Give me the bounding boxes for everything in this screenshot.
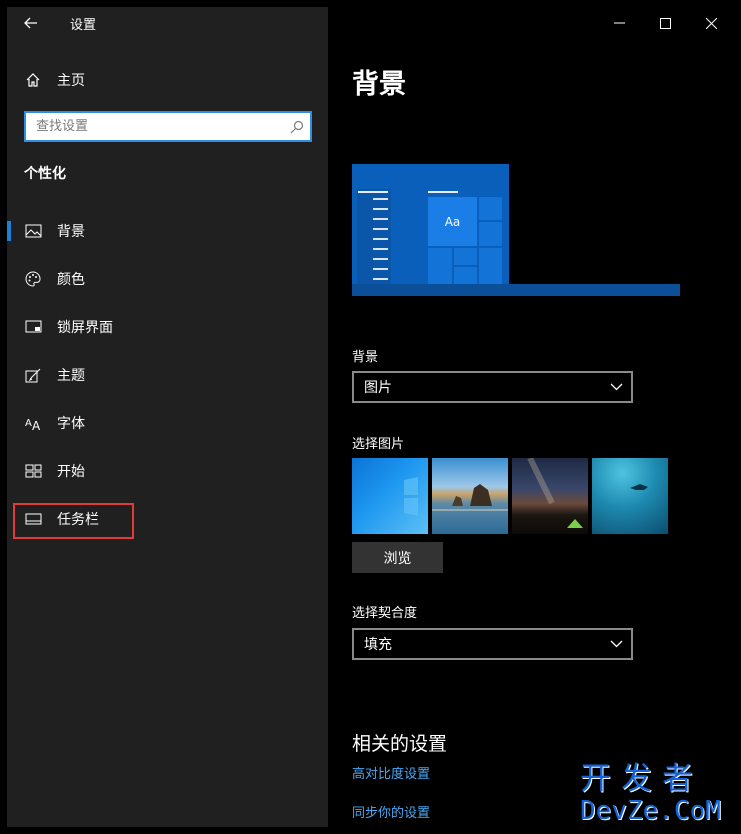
- maximize-button[interactable]: [642, 7, 688, 39]
- sidebar-item-fonts[interactable]: AA 字体: [7, 399, 328, 447]
- picture-thumbnail-night-sky-tent[interactable]: [512, 458, 588, 534]
- back-arrow-icon: [24, 17, 37, 29]
- picture-thumbnail-windows-light[interactable]: [352, 458, 428, 534]
- theme-brush-icon: [24, 366, 42, 384]
- sidebar-item-label: 字体: [57, 416, 85, 432]
- preview-screen: Aa: [352, 164, 509, 284]
- chevron-down-icon: [610, 640, 623, 648]
- watermark: 开发者 DevZe.CoM: [580, 762, 736, 830]
- svg-text:A: A: [32, 419, 41, 431]
- search-input[interactable]: [36, 119, 290, 134]
- sidebar-item-label: 主题: [57, 368, 85, 384]
- picture-thumbnails: [352, 458, 668, 534]
- preview-sample-text: Aa: [428, 197, 477, 246]
- sidebar-item-colors[interactable]: 颜色: [7, 255, 328, 303]
- sidebar-item-label: 开始: [57, 464, 85, 480]
- sidebar-item-taskbar[interactable]: 任务栏: [7, 495, 328, 543]
- sidebar-item-background[interactable]: 背景: [7, 207, 328, 255]
- close-icon: [705, 17, 717, 29]
- browse-button[interactable]: 浏览: [352, 542, 443, 573]
- picture-icon: [24, 222, 42, 240]
- font-icon: AA: [24, 414, 42, 432]
- sidebar-item-label: 颜色: [57, 272, 85, 288]
- lock-screen-icon: [24, 318, 42, 336]
- picture-thumbnail-underwater-swimmer[interactable]: [592, 458, 668, 534]
- background-type-label: 背景: [352, 350, 379, 365]
- related-settings-title: 相关的设置: [352, 733, 448, 755]
- sidebar-item-label: 背景: [57, 224, 85, 240]
- main-content: 背景 Aa 背景 图片 选择图片 浏览 选择契合度 填充 相关的设置 高对比度设…: [328, 7, 734, 827]
- back-button[interactable]: [7, 7, 55, 39]
- sidebar-item-start[interactable]: 开始: [7, 447, 328, 495]
- background-preview: Aa: [352, 164, 680, 296]
- app-title: 设置: [70, 17, 97, 33]
- section-title: 个性化: [24, 166, 66, 182]
- minimize-icon: [613, 22, 625, 24]
- preview-line: [428, 191, 458, 193]
- svg-text:A: A: [25, 418, 32, 429]
- settings-window: 设置 主页 个性化 背景: [7, 7, 734, 827]
- sidebar-nav: 背景 颜色 锁屏界面 主题 A A 字体 开始 任务栏: [7, 207, 328, 543]
- search-box[interactable]: [24, 111, 312, 142]
- fit-dropdown[interactable]: 填充: [352, 628, 633, 660]
- sidebar-item-home[interactable]: 主页: [7, 64, 328, 96]
- fit-label: 选择契合度: [352, 606, 418, 621]
- chevron-down-icon: [610, 383, 623, 391]
- sidebar-item-themes[interactable]: 主题: [7, 351, 328, 399]
- background-type-dropdown[interactable]: 图片: [352, 371, 633, 403]
- start-icon: [24, 462, 42, 480]
- dropdown-value: 图片: [364, 380, 392, 396]
- preview-taskbar: [352, 284, 680, 296]
- taskbar-icon: [24, 510, 42, 528]
- palette-icon: [24, 270, 42, 288]
- choose-picture-label: 选择图片: [352, 437, 405, 452]
- preview-line: [358, 191, 388, 193]
- sidebar: 设置 主页 个性化 背景: [7, 7, 328, 827]
- sidebar-item-label: 锁屏界面: [57, 320, 113, 336]
- page-title: 背景: [352, 69, 406, 100]
- sidebar-item-label: 主页: [57, 73, 85, 89]
- watermark-en-text: DevZe.CoM: [580, 796, 721, 826]
- picture-thumbnail-beach-rocks[interactable]: [432, 458, 508, 534]
- home-icon: [24, 71, 42, 89]
- titlebar: 设置: [7, 7, 328, 39]
- caption-buttons: [596, 7, 734, 39]
- sync-settings-link[interactable]: 同步你的设置: [352, 802, 430, 821]
- close-button[interactable]: [688, 7, 734, 39]
- dropdown-value: 填充: [364, 637, 392, 653]
- maximize-icon: [659, 17, 671, 29]
- minimize-button[interactable]: [596, 7, 642, 39]
- preview-tiles: Aa: [428, 197, 502, 284]
- sidebar-item-lock-screen[interactable]: 锁屏界面: [7, 303, 328, 351]
- preview-start-menu: [357, 189, 391, 284]
- search-icon: [290, 120, 304, 133]
- watermark-cn-text: 开发者: [580, 761, 703, 797]
- sidebar-item-label: 任务栏: [57, 512, 99, 528]
- high-contrast-settings-link[interactable]: 高对比度设置: [352, 763, 430, 782]
